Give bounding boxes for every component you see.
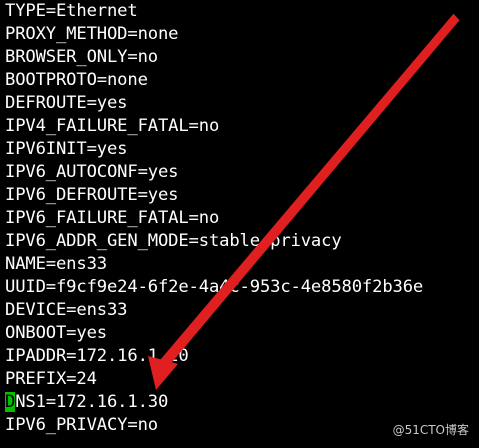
watermark: @51CTO博客 bbox=[392, 423, 469, 437]
terminal-window[interactable]: TYPE=Ethernet PROXY_METHOD=none BROWSER_… bbox=[0, 0, 479, 448]
red-arrow-icon bbox=[148, 13, 460, 390]
